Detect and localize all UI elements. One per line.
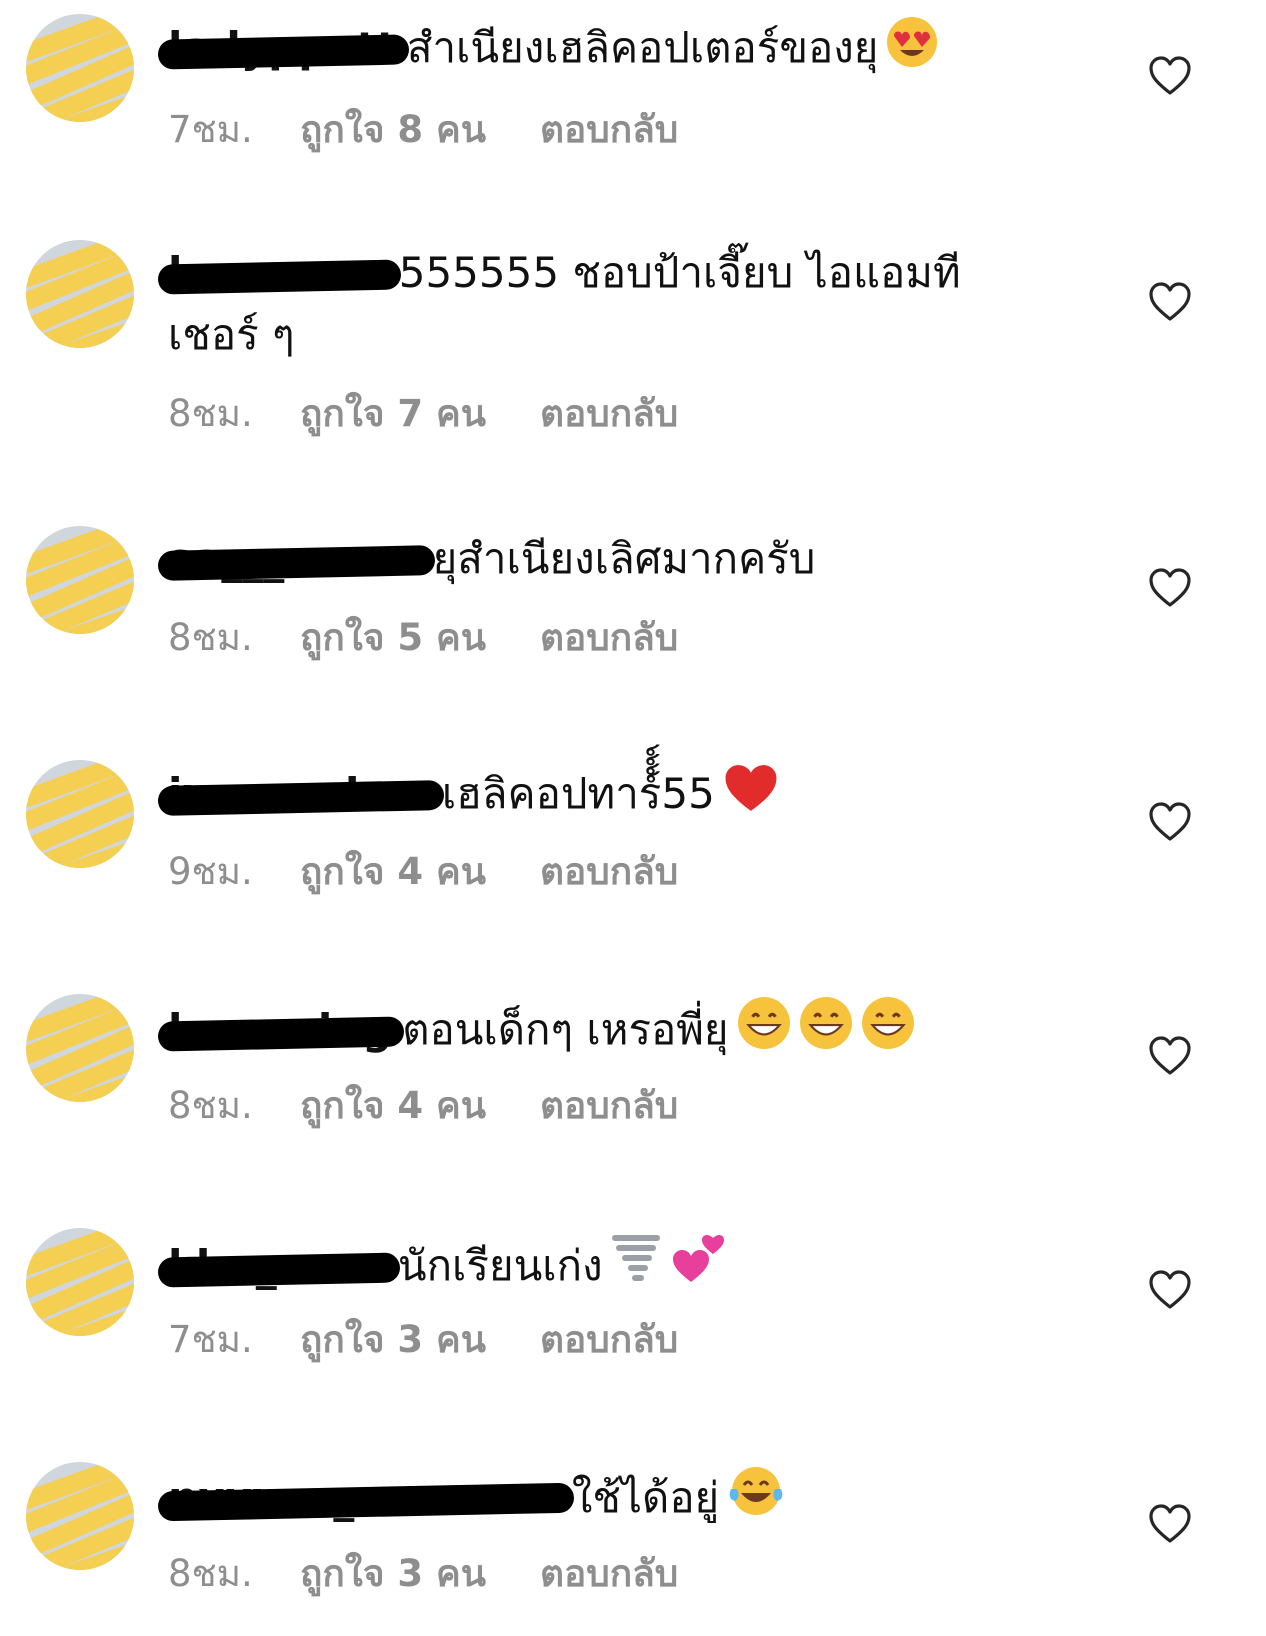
avatar-scribble [26, 14, 134, 122]
comment-meta: 8ชม. ถูกใจ 4 คน ตอบกลับ [168, 1076, 678, 1135]
username-redaction [157, 259, 402, 295]
comment-meta: 7ชม. ถูกใจ 3 คน ตอบกลับ [168, 1310, 678, 1369]
avatar[interactable] [26, 240, 134, 348]
username[interactable]: ixxxxxxhee [157, 763, 445, 825]
comment-body: ตอนเด็กๆ เหรอพี่ยุ [402, 1005, 729, 1054]
username[interactable]: lxxxxxing [157, 999, 405, 1061]
like-heart-icon[interactable] [1148, 568, 1192, 608]
comment-meta: 7ชม. ถูกใจ 8 คน ตอบกลับ [168, 100, 678, 159]
reply-button[interactable]: ตอบกลับ [540, 1076, 678, 1135]
comment-time: 7ชม. [168, 1318, 253, 1361]
comment-meta: 8ชม. ถูกใจ 7 คน ตอบกลับ [168, 384, 678, 443]
tornado-emoji [611, 1235, 660, 1281]
reply-button[interactable]: ตอบกลับ [540, 1310, 678, 1369]
avatar[interactable] [26, 526, 134, 634]
comment-meta: 8ชม. ถูกใจ 3 คน ตอบกลับ [168, 1544, 678, 1603]
like-heart-icon[interactable] [1148, 802, 1192, 842]
comment-time: 8ชม. [168, 1084, 253, 1127]
comment-body: ใช้ได้อยู่ [571, 1473, 720, 1522]
likes-count[interactable]: ถูกใจ 8 คน [300, 100, 540, 159]
likes-count[interactable]: ถูกใจ 4 คน [300, 1076, 540, 1135]
username-redaction [157, 1252, 401, 1288]
username[interactable]: nxxxxx_xxxxxam [157, 1467, 575, 1529]
like-heart-icon[interactable] [1148, 1270, 1192, 1310]
username[interactable]: ladyppatt [157, 17, 410, 79]
like-heart-icon[interactable] [1148, 1036, 1192, 1076]
comment-text: lxxxxxxm555555 ชอบป้าเจี๊ยบ ไอแอมทีเชอร์… [157, 242, 1028, 366]
comment-text: nxxxxx_xxxxxamใช้ได้อยู่ [157, 1464, 1028, 1529]
avatar-scribble [26, 760, 134, 868]
grinning-emoji [861, 997, 914, 1049]
comment-body: ยุสำเนียงเลิศมากครับ [432, 534, 816, 583]
comment-time: 8ชม. [168, 1552, 253, 1595]
username-redaction [157, 1016, 405, 1052]
username[interactable]: sa___xxxxn [157, 528, 435, 590]
comment-body: นักเรียนเก่ง [397, 1241, 603, 1290]
likes-count[interactable]: ถูกใจ 7 คน [300, 384, 540, 443]
reply-button[interactable]: ตอบกลับ [540, 384, 678, 443]
avatar[interactable] [26, 1228, 134, 1336]
avatar-scribble [26, 1228, 134, 1336]
grinning-emoji [799, 997, 852, 1049]
like-heart-icon[interactable] [1148, 1504, 1192, 1544]
reply-button[interactable]: ตอบกลับ [540, 1544, 678, 1603]
comment-time: 8ชม. [168, 616, 253, 659]
likes-count[interactable]: ถูกใจ 3 คน [300, 1310, 540, 1369]
avatar[interactable] [26, 760, 134, 868]
avatar-scribble [26, 1462, 134, 1570]
avatar[interactable] [26, 1462, 134, 1570]
reply-button[interactable]: ตอบกลับ [540, 608, 678, 667]
reply-button[interactable]: ตอบกลับ [540, 842, 678, 901]
likes-count[interactable]: ถูกใจ 3 คน [300, 1544, 540, 1603]
grinning-emoji [737, 997, 790, 1049]
comment-body: เฮลิคอปทาร์์์์55 [441, 769, 715, 818]
likes-count[interactable]: ถูกใจ 4 คน [300, 842, 540, 901]
avatar-scribble [26, 240, 134, 348]
username-redaction [157, 545, 435, 581]
username-redaction [157, 780, 445, 816]
likes-count[interactable]: ถูกใจ 5 คน [300, 608, 540, 667]
comment-time: 7ชม. [168, 108, 253, 151]
username[interactable]: lxxxxxxm [157, 242, 402, 304]
heart-eyes-emoji [887, 17, 938, 67]
like-heart-icon[interactable] [1148, 282, 1192, 322]
avatar-scribble [26, 994, 134, 1102]
comment-meta: 8ชม. ถูกใจ 5 คน ตอบกลับ [168, 608, 678, 667]
comment-time: 9ชม. [168, 850, 253, 893]
reply-button[interactable]: ตอบกลับ [540, 100, 678, 159]
comment-time: 8ชม. [168, 392, 253, 435]
avatar[interactable] [26, 14, 134, 122]
avatar[interactable] [26, 994, 134, 1102]
username-redaction [157, 34, 410, 70]
username[interactable]: khu_xxxn [157, 1235, 401, 1297]
comment-text: ixxxxxxheeเฮลิคอปทาร์์์์55 [157, 762, 1028, 825]
comment-text: lxxxxxingตอนเด็กๆ เหรอพี่ยุ [157, 996, 1028, 1061]
comment-text: khu_xxxnนักเรียนเก่ง [157, 1230, 1028, 1297]
comment-body: สำเนียงเฮลิคอปเตอร์ของยุ [406, 23, 879, 72]
comment-text: sa___xxxxnยุสำเนียงเลิศมากครับ [157, 528, 1028, 590]
like-heart-icon[interactable] [1148, 56, 1192, 96]
tears-of-joy-emoji [729, 1467, 783, 1515]
comment-text: ladyppattสำเนียงเฮลิคอปเตอร์ของยุ [157, 16, 1028, 79]
red-heart-emoji [725, 765, 777, 811]
avatar-scribble [26, 526, 134, 634]
comment-meta: 9ชม. ถูกใจ 4 คน ตอบกลับ [168, 842, 678, 901]
two-hearts-emoji [672, 1235, 724, 1282]
